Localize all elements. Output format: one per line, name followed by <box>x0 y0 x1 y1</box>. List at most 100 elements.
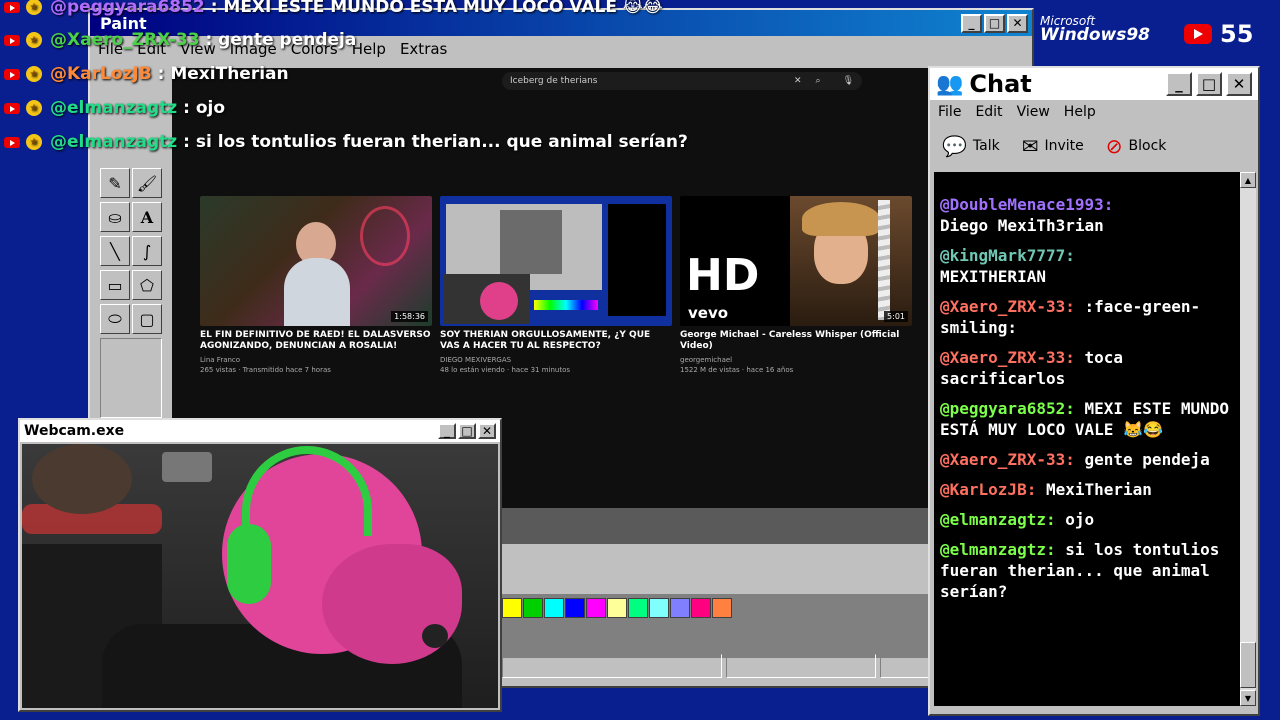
video-thumbnail[interactable]: 1:58:36 <box>200 196 432 326</box>
talk-button[interactable]: 💬 Talk <box>942 134 1000 158</box>
chat-message: @peggyara6852: MEXI ESTE MUNDO ESTÁ MUY … <box>940 398 1234 440</box>
invite-button[interactable]: ✉ Invite <box>1022 134 1084 158</box>
color-swatch[interactable] <box>544 598 564 618</box>
chat-username: @KarLozJB: <box>940 480 1037 499</box>
video-card[interactable]: HD vevo 5:01 George Michael - Careless W… <box>680 196 912 375</box>
block-icon: ⊘ <box>1105 134 1123 158</box>
overlay-text: : si los tontulios fueran therian... que… <box>183 132 688 152</box>
webcam-window: Webcam.exe _ □ ✕ <box>18 418 502 712</box>
chat-message: @elmanzagtz: ojo <box>940 509 1234 530</box>
windows98-label: Windows98 <box>1040 25 1151 45</box>
chat-message: @Xaero_ZRX-33: gente pendeja <box>940 449 1234 470</box>
talk-label: Talk <box>972 138 1000 154</box>
chat-people-icon: 👥 <box>936 71 964 97</box>
chat-text: gente pendeja <box>1084 450 1210 469</box>
ellipse-tool-icon[interactable]: ⬭ <box>100 304 130 334</box>
video-title[interactable]: EL FIN DEFINITIVO DE RAED! EL DALASVERSO… <box>200 330 432 352</box>
search-icon[interactable]: ⌕ <box>816 76 821 86</box>
color-swatch[interactable] <box>691 598 711 618</box>
chat-username: @elmanzagtz: <box>940 540 1056 559</box>
viewer-count: 55 <box>1220 20 1254 48</box>
chat-text: MEXITHERIAN <box>940 267 1046 286</box>
menu-extras[interactable]: Extras <box>400 40 447 58</box>
color-swatch[interactable] <box>586 598 606 618</box>
video-duration: 5:01 <box>884 311 908 322</box>
chat-window: 👥 Chat _ □ ✕ File Edit View Help 💬 Talk … <box>928 66 1260 716</box>
text-tool-icon[interactable]: A <box>132 202 162 232</box>
rounded-rect-tool-icon[interactable]: ▢ <box>132 304 162 334</box>
video-card[interactable]: 1:58:36 EL FIN DEFINITIVO DE RAED! EL DA… <box>200 196 432 375</box>
minimize-button[interactable]: _ <box>961 13 982 33</box>
close-button[interactable]: ✕ <box>478 423 496 439</box>
color-swatch[interactable] <box>523 598 543 618</box>
color-swatch[interactable] <box>649 598 669 618</box>
overlay-text: : MexiTherian <box>157 64 289 84</box>
color-swatch[interactable] <box>712 598 732 618</box>
video-meta: 1522 M de vistas · hace 16 años <box>680 366 794 374</box>
video-channel[interactable]: DIEGO MEXIVERGAS <box>440 355 672 365</box>
mic-icon[interactable]: 🎙 <box>843 76 854 86</box>
chat-menu-help[interactable]: Help <box>1064 104 1096 120</box>
video-title[interactable]: SOY THERIAN ORGULLOSAMENTE, ¿Y QUE VAS A… <box>440 330 672 352</box>
overlay-chat-line: ★ @peggyara6852 : MEXI ESTE MUNDO ESTA M… <box>4 0 663 21</box>
viewer-counter: 55 <box>1184 20 1253 48</box>
color-swatch[interactable] <box>502 598 522 618</box>
video-grid: 1:58:36 EL FIN DEFINITIVO DE RAED! EL DA… <box>200 196 912 375</box>
minimize-button[interactable]: _ <box>438 423 456 439</box>
chat-menubar: File Edit View Help <box>930 100 1258 124</box>
video-channel[interactable]: georgemichael <box>680 355 912 365</box>
scroll-down-icon[interactable]: ▼ <box>1240 690 1256 706</box>
youtube-icon <box>1184 24 1212 44</box>
windows98-logo: Microsoft Windows98 <box>1040 14 1150 45</box>
video-title[interactable]: George Michael - Careless Whisper (Offic… <box>680 330 912 352</box>
video-card[interactable]: SOY THERIAN ORGULLOSAMENTE, ¿Y QUE VAS A… <box>440 196 672 375</box>
overlay-username: @elmanzagtz <box>50 98 178 118</box>
chat-menu-edit[interactable]: Edit <box>975 104 1002 120</box>
color-swatch[interactable] <box>607 598 627 618</box>
line-tool-icon[interactable]: ╲ <box>100 236 130 266</box>
chat-text: Diego MexiTh3rian <box>940 216 1104 235</box>
overlay-username: @elmanzagtz <box>50 132 178 152</box>
scroll-thumb[interactable] <box>1240 642 1256 688</box>
rectangle-tool-icon[interactable]: ▭ <box>100 270 130 300</box>
minimize-button[interactable]: _ <box>1166 72 1192 96</box>
chat-username: @Xaero_ZRX-33: <box>940 450 1075 469</box>
curve-tool-icon[interactable]: ∫ <box>132 236 162 266</box>
color-swatch[interactable] <box>670 598 690 618</box>
chat-scrollbar[interactable]: ▲ ▼ <box>1240 172 1256 706</box>
chat-username: @peggyara6852: <box>940 399 1075 418</box>
maximize-button[interactable]: □ <box>1196 72 1222 96</box>
chat-titlebar[interactable]: 👥 Chat _ □ ✕ <box>930 68 1258 100</box>
chat-messages: @DoubleMenace1993: Diego MexiTh3rian @kin… <box>934 172 1240 706</box>
search-query: Iceberg de therians <box>510 76 598 86</box>
webcam-titlebar[interactable]: Webcam.exe _ □ ✕ <box>20 420 500 442</box>
close-button[interactable]: ✕ <box>1226 72 1252 96</box>
search-bar[interactable]: Iceberg de therians ✕ ⌕ 🎙 <box>502 72 862 90</box>
close-button[interactable]: ✕ <box>1007 13 1028 33</box>
chat-username: @kingMark7777: <box>940 246 1075 265</box>
polygon-tool-icon[interactable]: ⬠ <box>132 270 162 300</box>
video-thumbnail[interactable]: HD vevo 5:01 <box>680 196 912 326</box>
video-channel[interactable]: Lina Franco <box>200 355 432 365</box>
overlay-chat-line: ★ @elmanzagtz : ojo <box>4 94 225 122</box>
chat-menu-file[interactable]: File <box>938 104 961 120</box>
fill-tool-icon[interactable]: ⛀ <box>100 202 130 232</box>
maximize-button[interactable]: □ <box>984 13 1005 33</box>
maximize-button[interactable]: □ <box>458 423 476 439</box>
menu-help[interactable]: Help <box>352 40 386 58</box>
overlay-text: : gente pendeja <box>205 30 357 50</box>
color-palette <box>502 598 733 618</box>
block-button[interactable]: ⊘ Block <box>1106 134 1167 158</box>
color-swatch[interactable] <box>628 598 648 618</box>
pencil-tool-icon[interactable]: ✎ <box>100 168 130 198</box>
color-swatch[interactable] <box>565 598 585 618</box>
brush-tool-icon[interactable]: 🖌 <box>132 168 162 198</box>
video-thumbnail[interactable] <box>440 196 672 326</box>
chat-message: @elmanzagtz: si los tontulios fueran the… <box>940 539 1234 602</box>
chat-text: MexiTherian <box>1045 480 1152 499</box>
chat-menu-view[interactable]: View <box>1017 104 1050 120</box>
scroll-up-icon[interactable]: ▲ <box>1240 172 1256 188</box>
chat-message: @DoubleMenace1993: Diego MexiTh3rian <box>940 194 1234 236</box>
clear-search-icon[interactable]: ✕ <box>794 76 802 86</box>
overlay-username: @peggyara6852 <box>50 0 205 17</box>
